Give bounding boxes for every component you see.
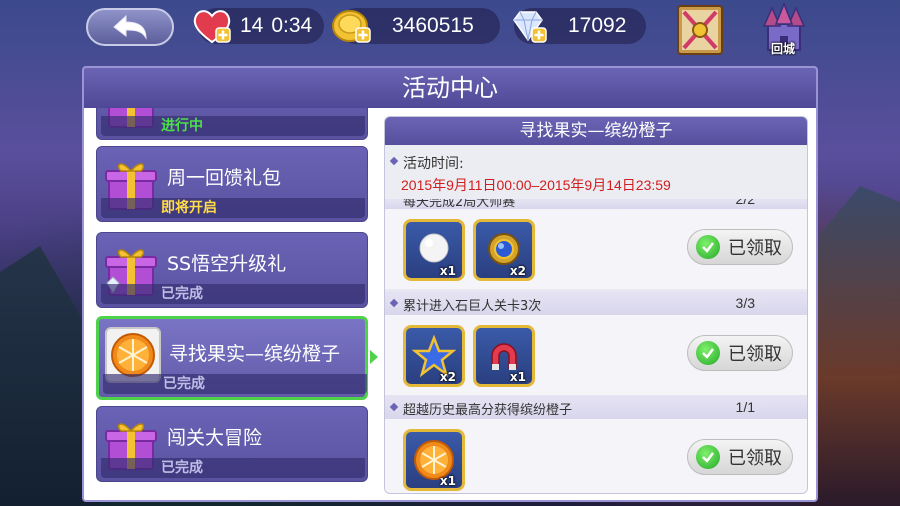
reward-slot[interactable]: x1 <box>403 219 465 281</box>
gems-stat: 17092 <box>513 8 646 44</box>
game-scene: 14 0:34 3460515 17092 回城 活动中心 进行中 周一回馈礼包… <box>0 0 900 506</box>
task-count: 3/3 <box>735 295 755 311</box>
spellbook-icon[interactable] <box>670 2 730 58</box>
check-icon <box>696 341 720 365</box>
back-button[interactable] <box>86 8 174 46</box>
reward-slot[interactable]: x1 <box>403 429 465 491</box>
event-time-block: 活动时间: 2015年9月11日00:00–2015年9月14日23:59 <box>385 145 807 199</box>
task-count: 1/1 <box>735 399 755 415</box>
event-status: 已完成 <box>161 286 203 302</box>
task-row: 每天完成2局大师赛 2/2 <box>385 199 807 209</box>
claimed-label: 已领取 <box>728 448 782 469</box>
event-list[interactable]: 进行中 周一回馈礼包 即将开启 SS悟空升级礼 已完成 寻找果实—缤纷橙子 已完… <box>94 108 374 500</box>
heart-plus-icon[interactable] <box>190 4 234 48</box>
bullet-icon <box>389 402 399 412</box>
lives-stat: 14 0:34 <box>193 8 324 44</box>
gold-stat: 3460515 <box>332 8 500 44</box>
event-status: 即将开启 <box>161 200 217 216</box>
lives-timer: 0:34 <box>271 14 313 37</box>
castle-label[interactable]: 回城 <box>758 40 808 57</box>
reward-qty: x2 <box>509 264 526 278</box>
event-title: 寻找果实—缤纷橙子 <box>169 343 341 365</box>
status-bar <box>101 458 365 478</box>
task-text: 累计进入石巨人关卡3次 <box>403 299 542 314</box>
gems-amount: 17092 <box>568 14 627 37</box>
event-title: 闯关大冒险 <box>167 427 263 449</box>
claimed-button[interactable]: 已领取 <box>687 229 793 265</box>
task-rewards: x2 x1 已领取 <box>385 315 807 395</box>
panel-title: 活动中心 <box>84 68 816 108</box>
event-status: 已完成 <box>163 376 205 392</box>
claimed-button[interactable]: 已领取 <box>687 335 793 371</box>
time-value: 2015年9月11日00:00–2015年9月14日23:59 <box>401 177 671 193</box>
event-item[interactable]: 闯关大冒险 已完成 <box>96 406 368 482</box>
event-item[interactable]: SS悟空升级礼 已完成 <box>96 232 368 308</box>
event-item-selected[interactable]: 寻找果实—缤纷橙子 已完成 <box>96 316 368 400</box>
diamond-plus-icon[interactable] <box>506 4 550 48</box>
reward-slot[interactable]: x1 <box>473 325 535 387</box>
reward-qty: x1 <box>439 474 456 488</box>
reward-slot[interactable]: x2 <box>403 325 465 387</box>
claimed-button[interactable]: 已领取 <box>687 439 793 475</box>
event-title: SS悟空升级礼 <box>167 253 287 275</box>
claimed-label: 已领取 <box>728 344 782 365</box>
event-item[interactable]: 周一回馈礼包 即将开启 <box>96 146 368 222</box>
claimed-label: 已领取 <box>728 238 782 259</box>
lives-count: 14 <box>240 14 264 37</box>
back-arrow-icon <box>113 14 147 40</box>
task-row: 累计进入石巨人关卡3次 3/3 <box>385 291 807 315</box>
time-label: 活动时间: <box>403 156 464 172</box>
check-icon <box>696 445 720 469</box>
event-detail: 寻找果实—缤纷橙子 活动时间: 2015年9月11日00:00–2015年9月1… <box>384 116 808 494</box>
bullet-icon <box>389 298 399 308</box>
event-status: 进行中 <box>161 118 203 134</box>
task-text: 每天完成2局大师赛 <box>403 199 516 209</box>
event-status: 已完成 <box>161 460 203 476</box>
reward-qty: x1 <box>509 370 526 384</box>
task-row: 超越历史最高分获得缤纷橙子 1/1 <box>385 395 807 419</box>
gold-coin-plus-icon[interactable] <box>330 4 374 48</box>
status-bar <box>101 284 365 304</box>
task-rewards: x1 x2 已领取 <box>385 209 807 289</box>
task-count: 2/2 <box>735 199 755 207</box>
event-item[interactable]: 进行中 <box>96 108 368 140</box>
event-title: 周一回馈礼包 <box>167 167 282 189</box>
bullet-icon <box>389 156 399 166</box>
status-bar <box>103 374 367 394</box>
task-rewards: x1 已领取 <box>385 419 807 493</box>
reward-qty: x2 <box>439 370 456 384</box>
activity-panel: 活动中心 进行中 周一回馈礼包 即将开启 SS悟空升级礼 已完成 寻找果实—缤纷… <box>82 66 818 502</box>
reward-slot[interactable]: x2 <box>473 219 535 281</box>
reward-qty: x1 <box>439 264 456 278</box>
status-bar <box>101 116 365 136</box>
gold-amount: 3460515 <box>392 14 474 37</box>
selection-pointer <box>370 350 378 364</box>
orange-slice-icon <box>111 333 155 377</box>
check-icon <box>696 235 720 259</box>
task-text: 超越历史最高分获得缤纷橙子 <box>403 403 573 418</box>
detail-title: 寻找果实—缤纷橙子 <box>385 117 807 145</box>
status-bar <box>101 198 365 218</box>
